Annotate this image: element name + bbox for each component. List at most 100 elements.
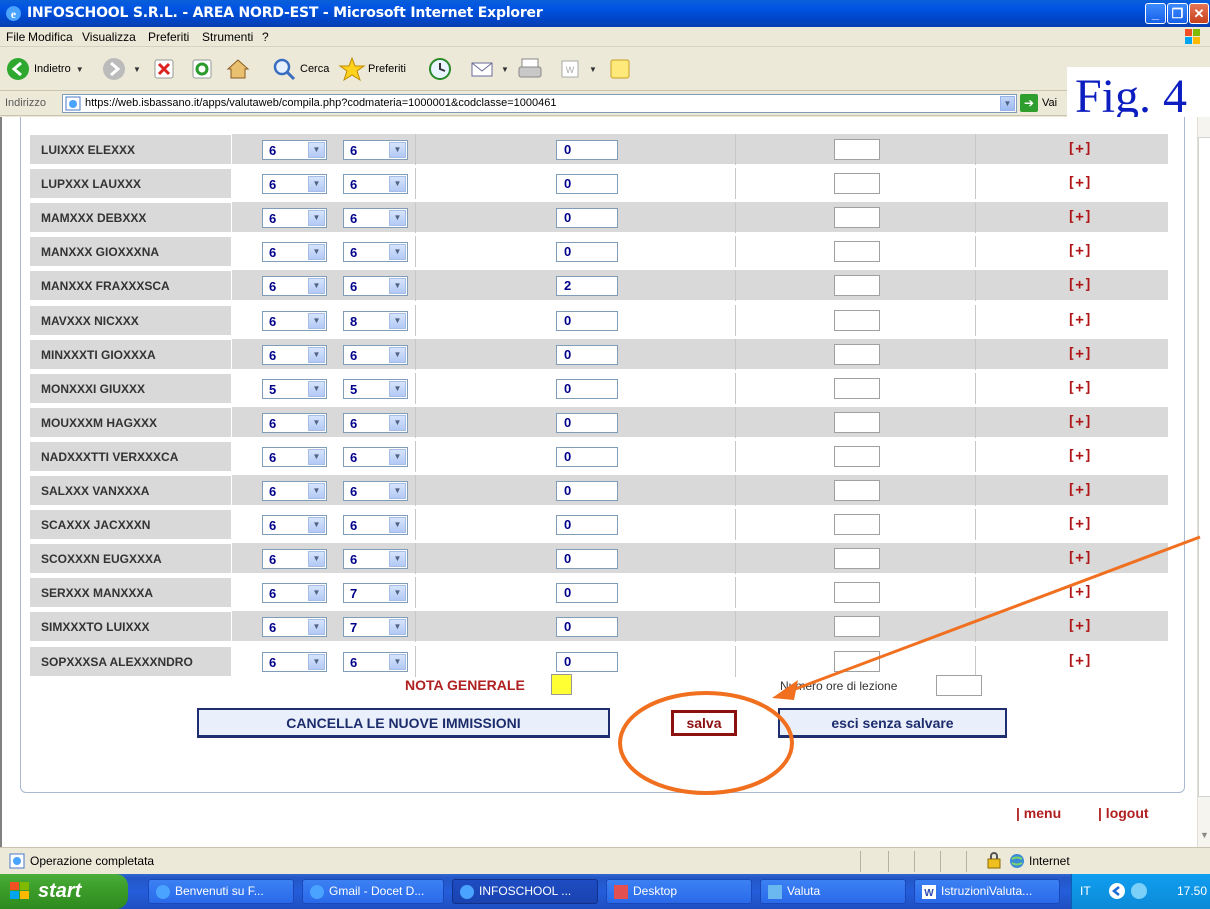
chevron-down-icon[interactable]: ▼ <box>389 483 406 499</box>
chevron-down-icon[interactable]: ▼ <box>389 414 406 431</box>
note-input[interactable] <box>834 616 880 638</box>
address-dropdown-icon[interactable]: ▼ <box>1000 96 1015 111</box>
menu-file[interactable]: File <box>6 30 25 44</box>
absences-input[interactable]: 0 <box>556 412 618 433</box>
add-note-link[interactable]: [+] <box>1067 584 1092 600</box>
vertical-scrollbar[interactable]: ▼ <box>1197 117 1210 847</box>
add-note-link[interactable]: [+] <box>1067 141 1092 157</box>
add-note-link[interactable]: [+] <box>1067 243 1092 259</box>
grade-select-1[interactable]: 6 ▼ <box>262 174 327 195</box>
chevron-down-icon[interactable]: ▼ <box>389 346 406 363</box>
grade-select-2[interactable]: 6 ▼ <box>343 174 408 195</box>
task-istruzioni[interactable]: W IstruzioniValuta... <box>914 879 1060 904</box>
chevron-down-icon[interactable]: ▼ <box>389 210 406 227</box>
grade-select-2[interactable]: 6 ▼ <box>343 242 408 263</box>
grade-select-2[interactable]: 7 ▼ <box>343 617 408 638</box>
maximize-button[interactable]: ❐ <box>1167 3 1188 24</box>
note-input[interactable] <box>834 173 880 195</box>
note-input[interactable] <box>834 241 880 263</box>
grade-select-2[interactable]: 6 ▼ <box>343 651 408 672</box>
scroll-down-icon[interactable]: ▼ <box>1198 827 1210 843</box>
menu-link[interactable]: | menu <box>1016 805 1061 821</box>
absences-input[interactable]: 0 <box>556 617 618 638</box>
note-input[interactable] <box>834 309 880 331</box>
absences-input[interactable]: 0 <box>556 242 618 263</box>
note-input[interactable] <box>834 445 880 467</box>
language-indicator[interactable]: IT <box>1080 884 1091 898</box>
grade-select-2[interactable]: 6 ▼ <box>343 515 408 536</box>
chevron-down-icon[interactable]: ▼ <box>308 551 325 568</box>
add-note-link[interactable]: [+] <box>1067 448 1092 464</box>
absences-input[interactable]: 0 <box>556 549 618 570</box>
history-button[interactable] <box>426 53 454 85</box>
chevron-down-icon[interactable]: ▼ <box>308 619 325 636</box>
absences-input[interactable]: 0 <box>556 481 618 501</box>
nota-generale-button[interactable] <box>551 674 572 695</box>
absences-input[interactable]: 0 <box>556 651 618 672</box>
chevron-down-icon[interactable]: ▼ <box>389 142 406 158</box>
add-note-link[interactable]: [+] <box>1067 209 1092 225</box>
task-infoschool[interactable]: INFOSCHOOL ... <box>452 879 598 904</box>
exit-without-saving-button[interactable]: esci senza salvare <box>778 708 1007 738</box>
absences-input[interactable]: 0 <box>556 310 618 331</box>
grade-select-1[interactable]: 6 ▼ <box>262 617 327 638</box>
add-note-link[interactable]: [+] <box>1067 618 1092 634</box>
go-arrow-icon[interactable]: ➔ <box>1020 94 1038 112</box>
grade-select-2[interactable]: 6 ▼ <box>343 344 408 365</box>
chevron-down-icon[interactable]: ▼ <box>308 210 325 227</box>
absences-input[interactable]: 0 <box>556 208 618 229</box>
minimize-button[interactable]: _ <box>1145 3 1166 24</box>
menu-visualizza[interactable]: Visualizza <box>82 30 136 44</box>
save-button[interactable]: salva <box>671 710 737 736</box>
chevron-down-icon[interactable]: ▼ <box>389 244 406 261</box>
grade-select-1[interactable]: 6 ▼ <box>262 583 327 604</box>
absences-input[interactable]: 0 <box>556 140 618 160</box>
note-input[interactable] <box>834 650 880 672</box>
grade-select-1[interactable]: 6 ▼ <box>262 140 327 160</box>
absences-input[interactable]: 2 <box>556 276 618 297</box>
menu-preferiti[interactable]: Preferiti <box>148 30 189 44</box>
chevron-down-icon[interactable]: ▼ <box>308 585 325 602</box>
chevron-down-icon[interactable]: ▼ <box>308 176 325 193</box>
note-input[interactable] <box>834 411 880 433</box>
notes-button[interactable] <box>606 53 634 85</box>
numero-ore-input[interactable] <box>936 675 982 696</box>
search-button[interactable]: Cerca <box>270 53 329 85</box>
grade-select-2[interactable]: 6 ▼ <box>343 276 408 297</box>
chevron-down-icon[interactable]: ▼ <box>389 312 406 329</box>
note-input[interactable] <box>834 548 880 570</box>
chevron-down-icon[interactable]: ▼ <box>389 176 406 193</box>
add-note-link[interactable]: [+] <box>1067 312 1092 328</box>
chevron-down-icon[interactable]: ▼ <box>308 380 325 397</box>
back-button[interactable]: Indietro ▼ <box>4 53 84 85</box>
task-desktop[interactable]: Desktop <box>606 879 752 904</box>
absences-input[interactable]: 0 <box>556 515 618 536</box>
absences-input[interactable]: 0 <box>556 344 618 365</box>
edit-button[interactable]: W ▼ <box>556 53 597 85</box>
note-input[interactable] <box>834 139 880 160</box>
grade-select-1[interactable]: 5 ▼ <box>262 378 327 399</box>
chevron-down-icon[interactable]: ▼ <box>308 517 325 534</box>
chevron-down-icon[interactable]: ▼ <box>389 619 406 636</box>
grade-select-2[interactable]: 5 ▼ <box>343 378 408 399</box>
chevron-down-icon[interactable]: ▼ <box>308 346 325 363</box>
grade-select-1[interactable]: 6 ▼ <box>262 515 327 536</box>
chevron-down-icon[interactable]: ▼ <box>389 585 406 602</box>
chevron-down-icon[interactable]: ▼ <box>308 448 325 465</box>
add-note-link[interactable]: [+] <box>1067 550 1092 566</box>
note-input[interactable] <box>834 275 880 297</box>
add-note-link[interactable]: [+] <box>1067 414 1092 430</box>
menu-strumenti[interactable]: Strumenti <box>202 30 253 44</box>
grade-select-2[interactable]: 8 ▼ <box>343 310 408 331</box>
chevron-down-icon[interactable]: ▼ <box>389 380 406 397</box>
chevron-down-icon[interactable]: ▼ <box>308 244 325 261</box>
refresh-button[interactable] <box>188 53 216 85</box>
grade-select-1[interactable]: 6 ▼ <box>262 549 327 570</box>
menu-help[interactable]: ? <box>262 30 269 44</box>
go-label[interactable]: Vai <box>1042 97 1057 109</box>
grade-select-1[interactable]: 6 ▼ <box>262 651 327 672</box>
chevron-down-icon[interactable]: ▼ <box>389 448 406 465</box>
add-note-link[interactable]: [+] <box>1067 277 1092 293</box>
absences-input[interactable]: 0 <box>556 446 618 467</box>
grade-select-1[interactable]: 6 ▼ <box>262 481 327 501</box>
